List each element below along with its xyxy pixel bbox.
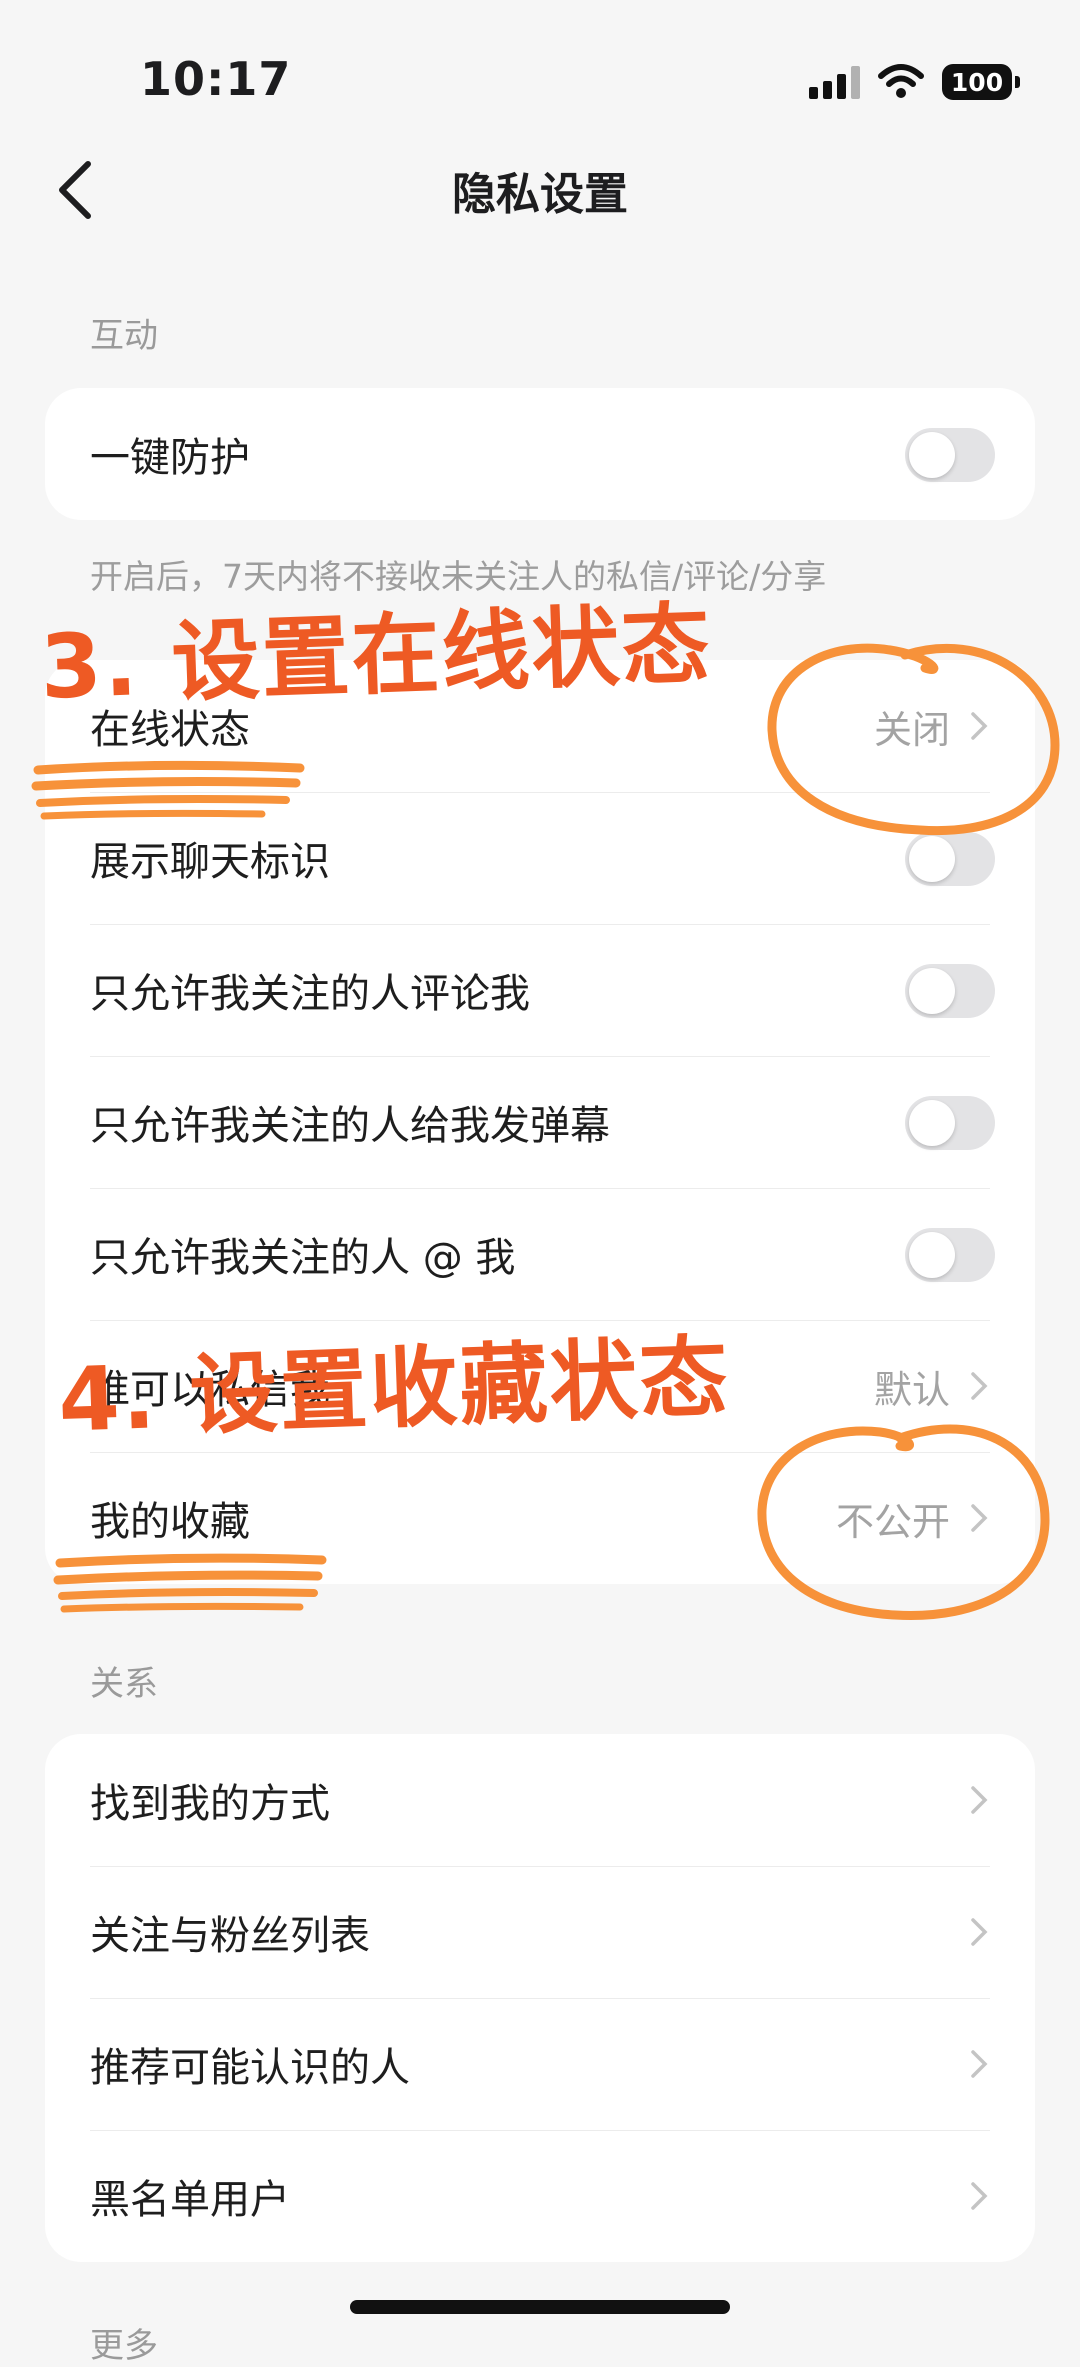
row-show-chat-badge[interactable]: 展示聊天标识 — [45, 792, 1035, 924]
annotation-step4: 4. 设置收藏状态 — [56, 1325, 732, 1452]
comment-toggle[interactable] — [905, 964, 995, 1018]
status-icons: 100 — [809, 58, 1020, 106]
battery-level: 100 — [950, 67, 1004, 97]
row-label: 找到我的方式 — [90, 1781, 330, 1827]
row-find-me[interactable]: 找到我的方式 — [45, 1734, 1035, 1866]
row-label: 只允许我关注的人评论我 — [90, 971, 530, 1017]
row-comment-followed-only[interactable]: 只允许我关注的人评论我 — [45, 924, 1035, 1056]
signal-icon — [809, 65, 860, 99]
row-danmaku-followed-only[interactable]: 只允许我关注的人给我发弹幕 — [45, 1056, 1035, 1188]
row-blacklist[interactable]: 黑名单用户 — [45, 2130, 1035, 2262]
card-protection: 一键防护 — [45, 388, 1035, 520]
row-label: 关注与粉丝列表 — [90, 1913, 370, 1959]
row-label: 我的收藏 — [90, 1499, 250, 1545]
row-label: 推荐可能认识的人 — [90, 2045, 410, 2091]
row-follow-list[interactable]: 关注与粉丝列表 — [45, 1866, 1035, 1998]
annotation-step3: 3. 设置在线状态 — [38, 592, 714, 719]
row-mention-followed-only[interactable]: 只允许我关注的人 @ 我 — [45, 1188, 1035, 1320]
row-my-favorites[interactable]: 我的收藏 不公开 — [45, 1452, 1035, 1584]
chevron-right-icon — [971, 1918, 988, 1946]
row-one-click-protection[interactable]: 一键防护 — [45, 388, 1035, 520]
chat-badge-toggle[interactable] — [905, 832, 995, 886]
row-label: 只允许我关注的人给我发弹幕 — [90, 1103, 610, 1149]
status-bar: 10:17 100 — [0, 0, 1080, 150]
row-value: 不公开 — [835, 1499, 950, 1544]
card-relations: 找到我的方式 关注与粉丝列表 推荐可能认识的人 黑名单用户 — [45, 1734, 1035, 2262]
home-indicator — [350, 2300, 730, 2314]
nav-bar: 隐私设置 — [0, 140, 1080, 240]
row-label: 一键防护 — [90, 435, 250, 481]
danmaku-toggle[interactable] — [905, 1096, 995, 1150]
chevron-right-icon — [971, 1372, 988, 1400]
row-label: 只允许我关注的人 @ 我 — [90, 1235, 516, 1281]
wifi-icon — [878, 64, 924, 98]
protection-toggle[interactable] — [905, 428, 995, 482]
row-recommend-people[interactable]: 推荐可能认识的人 — [45, 1998, 1035, 2130]
section-title-more: 更多 — [90, 2326, 158, 2366]
chevron-right-icon — [971, 712, 988, 740]
chevron-right-icon — [971, 1786, 988, 1814]
row-label: 黑名单用户 — [90, 2177, 290, 2223]
chevron-right-icon — [971, 2050, 988, 2078]
row-value: 默认 — [873, 1367, 950, 1412]
row-label: 展示聊天标识 — [90, 839, 330, 885]
status-time: 10:17 — [140, 52, 292, 106]
section-title-relations: 关系 — [90, 1664, 158, 1704]
row-value: 关闭 — [873, 707, 950, 752]
page-title: 隐私设置 — [452, 169, 628, 220]
mention-toggle[interactable] — [905, 1228, 995, 1282]
chevron-right-icon — [971, 1504, 988, 1532]
chevron-right-icon — [971, 2182, 988, 2210]
battery-icon: 100 — [942, 64, 1020, 100]
section-title-interaction: 互动 — [90, 316, 158, 356]
